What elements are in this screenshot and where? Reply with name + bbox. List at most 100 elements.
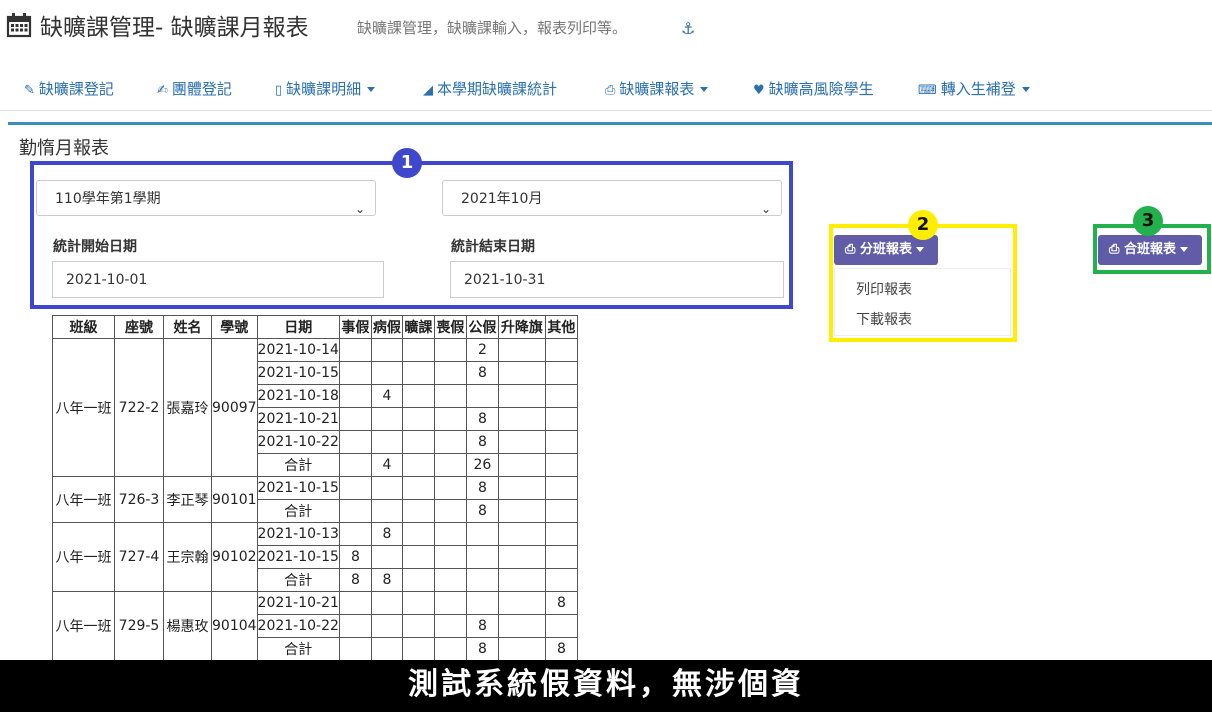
value-cell: [401, 476, 435, 500]
value-cell: [433, 499, 467, 523]
value-cell: [370, 338, 403, 362]
area-chart-icon: ◢: [423, 83, 433, 98]
value-cell: [401, 499, 435, 523]
step-badge-3: 3: [1133, 206, 1163, 236]
value-cell: [497, 637, 546, 661]
value-cell: [433, 407, 467, 431]
file-icon: ▯: [275, 83, 283, 98]
date-cell: 2021-10-15: [256, 545, 340, 569]
value-cell: [433, 361, 467, 385]
anchor-icon[interactable]: ⚓: [681, 19, 695, 38]
value-cell: [544, 568, 578, 592]
value-cell: [370, 430, 403, 454]
seat-cell: 722-2: [114, 338, 164, 477]
value-cell: [433, 591, 467, 615]
column-header: 公假: [465, 315, 499, 339]
value-cell: [338, 430, 372, 454]
value-cell: [433, 568, 467, 592]
value-cell: [401, 430, 435, 454]
value-cell: [544, 430, 578, 454]
date-cell: 2021-10-21: [256, 591, 340, 615]
class-cell: 八年一班: [52, 476, 115, 523]
date-cell: 2021-10-18: [256, 384, 340, 408]
date-cell: 合計: [256, 637, 340, 661]
nav-absence-detail[interactable]: ▯ 缺曠課明細: [275, 78, 376, 99]
column-header: 喪假: [433, 315, 467, 339]
column-header: 病假: [370, 315, 403, 339]
value-cell: [544, 499, 578, 523]
value-cell: [370, 407, 403, 431]
nav-absence-report[interactable]: ⎙ 缺曠課報表: [605, 78, 709, 99]
value-cell: [497, 476, 546, 500]
value-cell: [544, 407, 578, 431]
name-cell: 王宗翰: [163, 522, 212, 592]
value-cell: [370, 361, 403, 385]
nav-term-statistics[interactable]: ◢ 本學期缺曠課統計: [423, 78, 557, 99]
column-header: 曠課: [401, 315, 435, 339]
heartbeat-icon: ♥: [753, 83, 765, 98]
value-cell: [401, 338, 435, 362]
nav-bar: ✎ 缺曠課登記 ✍ 團體登記 ▯ 缺曠課明細 ◢ 本學期缺曠課統計 ⎙ 缺曠課報表 ♥ 缺曠…: [0, 60, 1212, 111]
value-cell: 2: [465, 338, 499, 362]
value-cell: [338, 384, 372, 408]
value-cell: [544, 338, 578, 362]
column-header: 姓名: [163, 315, 212, 339]
value-cell: [370, 614, 403, 638]
class-cell: 八年一班: [52, 591, 115, 661]
class-cell: 八年一班: [52, 338, 115, 477]
column-header: 升降旗: [497, 315, 546, 339]
highlight-box-split-report: [829, 224, 1017, 342]
date-cell: 2021-10-13: [256, 522, 340, 546]
value-cell: [401, 361, 435, 385]
chevron-down-icon: [700, 87, 709, 92]
value-cell: [465, 568, 499, 592]
date-cell: 2021-10-14: [256, 338, 340, 362]
value-cell: [338, 453, 372, 477]
date-cell: 2021-10-22: [256, 430, 340, 454]
value-cell: 8: [465, 637, 499, 661]
value-cell: [433, 637, 467, 661]
value-cell: [544, 522, 578, 546]
value-cell: [465, 522, 499, 546]
name-cell: 楊惠玫: [163, 591, 212, 661]
name-cell: 李正琴: [163, 476, 212, 523]
pencil-icon: ✎: [24, 83, 35, 98]
student-id-cell: 90104: [211, 591, 258, 661]
student-id-cell: 90097: [211, 338, 258, 477]
step-badge-1: 1: [392, 148, 422, 178]
value-cell: [497, 614, 546, 638]
value-cell: [433, 430, 467, 454]
value-cell: [401, 568, 435, 592]
nav-transfer-register[interactable]: ⌨ 轉入生補登: [918, 78, 1030, 99]
value-cell: 4: [370, 453, 403, 477]
value-cell: [401, 522, 435, 546]
nav-group-register[interactable]: ✍ 團體登記: [157, 78, 232, 99]
keyboard-icon: ⌨: [918, 83, 937, 98]
value-cell: 8: [370, 568, 403, 592]
value-cell: 8: [465, 361, 499, 385]
value-cell: [338, 614, 372, 638]
column-header: 學號: [211, 315, 258, 339]
class-cell: 八年一班: [52, 522, 115, 592]
value-cell: [544, 545, 578, 569]
date-cell: 合計: [256, 499, 340, 523]
panel-title: 勤惰月報表: [19, 138, 109, 159]
value-cell: [338, 522, 372, 546]
value-cell: [370, 499, 403, 523]
value-cell: [497, 430, 546, 454]
column-header: 日期: [256, 315, 340, 339]
nav-high-risk-students[interactable]: ♥ 缺曠高風險學生: [753, 78, 874, 99]
date-cell: 合計: [256, 568, 340, 592]
value-cell: 8: [465, 407, 499, 431]
value-cell: [497, 361, 546, 385]
value-cell: 8: [338, 568, 372, 592]
date-cell: 2021-10-15: [256, 361, 340, 385]
nav-absence-register[interactable]: ✎ 缺曠課登記: [24, 78, 114, 99]
table-row: 八年一班 722-2 張嘉玲 90097 2021-10-14 2: [52, 338, 578, 477]
value-cell: [370, 545, 403, 569]
step-badge-2: 2: [908, 210, 938, 240]
value-cell: [433, 338, 467, 362]
value-cell: 8: [370, 522, 403, 546]
seat-cell: 727-4: [114, 522, 164, 592]
calendar-icon: [6, 13, 32, 38]
